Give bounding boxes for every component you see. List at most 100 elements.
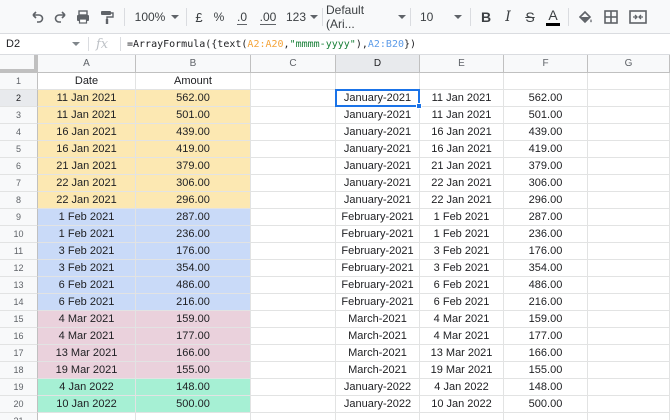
row-header-17[interactable]: 17	[0, 345, 38, 362]
decrease-decimal-button[interactable]: .0	[230, 0, 254, 34]
cell-b14[interactable]: 216.00	[136, 294, 251, 311]
cell-e14[interactable]: 6 Feb 2021	[420, 294, 504, 311]
cell-f20[interactable]: 500.00	[504, 396, 588, 413]
row-header-12[interactable]: 12	[0, 260, 38, 277]
cell-b6[interactable]: 379.00	[136, 158, 251, 175]
cell-e12[interactable]: 3 Feb 2021	[420, 260, 504, 277]
cell-c7[interactable]	[251, 175, 336, 192]
cell-b21[interactable]	[136, 413, 251, 420]
cell-f3[interactable]: 501.00	[504, 107, 588, 124]
cell-f5[interactable]: 419.00	[504, 141, 588, 158]
cell-f16[interactable]: 177.00	[504, 328, 588, 345]
cell-a5[interactable]: 16 Jan 2021	[38, 141, 136, 158]
cell-d6[interactable]: January-2021	[336, 158, 420, 175]
cell-g13[interactable]	[588, 277, 670, 294]
cell-a11[interactable]: 3 Feb 2021	[38, 243, 136, 260]
cell-b12[interactable]: 354.00	[136, 260, 251, 277]
cell-g3[interactable]	[588, 107, 670, 124]
cell-d3[interactable]: January-2021	[336, 107, 420, 124]
cell-g4[interactable]	[588, 124, 670, 141]
increase-decimal-button[interactable]: .00	[254, 0, 282, 34]
cell-b15[interactable]: 159.00	[136, 311, 251, 328]
row-header-20[interactable]: 20	[0, 396, 38, 413]
cell-c12[interactable]	[251, 260, 336, 277]
cell-e16[interactable]: 4 Mar 2021	[420, 328, 504, 345]
cell-c4[interactable]	[251, 124, 336, 141]
cell-e3[interactable]: 11 Jan 2021	[420, 107, 504, 124]
cell-c11[interactable]	[251, 243, 336, 260]
row-header-11[interactable]: 11	[0, 243, 38, 260]
cell-c8[interactable]	[251, 192, 336, 209]
cell-f6[interactable]: 379.00	[504, 158, 588, 175]
cell-a4[interactable]: 16 Jan 2021	[38, 124, 136, 141]
cell-b16[interactable]: 177.00	[136, 328, 251, 345]
cell-c13[interactable]	[251, 277, 336, 294]
currency-format-button[interactable]: £	[190, 0, 208, 34]
column-header-g[interactable]: G	[588, 55, 670, 73]
cell-c3[interactable]	[251, 107, 336, 124]
row-header-4[interactable]: 4	[0, 124, 38, 141]
row-header-13[interactable]: 13	[0, 277, 38, 294]
cell-a17[interactable]: 13 Mar 2021	[38, 345, 136, 362]
header-date[interactable]: Date	[38, 73, 136, 90]
cell-b2[interactable]: 562.00	[136, 90, 251, 107]
row-header-3[interactable]: 3	[0, 107, 38, 124]
cell-d10[interactable]: February-2021	[336, 226, 420, 243]
cell-e6[interactable]: 21 Jan 2021	[420, 158, 504, 175]
cell-f1[interactable]	[504, 73, 588, 90]
cell-g8[interactable]	[588, 192, 670, 209]
cell-f15[interactable]: 159.00	[504, 311, 588, 328]
cell-f7[interactable]: 306.00	[504, 175, 588, 192]
cell-g20[interactable]	[588, 396, 670, 413]
font-size-select[interactable]: 10	[414, 0, 468, 34]
cell-d5[interactable]: January-2021	[336, 141, 420, 158]
cell-c5[interactable]	[251, 141, 336, 158]
name-box[interactable]: D2	[0, 34, 88, 54]
cell-g19[interactable]	[588, 379, 670, 396]
cell-e4[interactable]: 16 Jan 2021	[420, 124, 504, 141]
cell-a10[interactable]: 1 Feb 2021	[38, 226, 136, 243]
row-header-8[interactable]: 8	[0, 192, 38, 209]
cell-e9[interactable]: 1 Feb 2021	[420, 209, 504, 226]
cell-e15[interactable]: 4 Mar 2021	[420, 311, 504, 328]
cell-g9[interactable]	[588, 209, 670, 226]
cell-e17[interactable]: 13 Mar 2021	[420, 345, 504, 362]
cell-d9[interactable]: February-2021	[336, 209, 420, 226]
header-amount[interactable]: Amount	[136, 73, 251, 90]
column-header-d[interactable]: D	[336, 55, 420, 73]
cell-d12[interactable]: February-2021	[336, 260, 420, 277]
cell-b10[interactable]: 236.00	[136, 226, 251, 243]
cell-e10[interactable]: 1 Feb 2021	[420, 226, 504, 243]
cell-d19[interactable]: January-2022	[336, 379, 420, 396]
cell-e7[interactable]: 22 Jan 2021	[420, 175, 504, 192]
cell-d21[interactable]	[336, 413, 420, 420]
cell-g5[interactable]	[588, 141, 670, 158]
cell-c6[interactable]	[251, 158, 336, 175]
cell-a12[interactable]: 3 Feb 2021	[38, 260, 136, 277]
cell-g14[interactable]	[588, 294, 670, 311]
font-family-select[interactable]: Default (Ari...	[326, 0, 406, 34]
cell-d2[interactable]: January-2021	[336, 90, 420, 107]
cell-b18[interactable]: 155.00	[136, 362, 251, 379]
column-header-a[interactable]: A	[38, 55, 136, 73]
cell-b5[interactable]: 419.00	[136, 141, 251, 158]
text-color-button[interactable]: A	[542, 0, 564, 34]
row-header-19[interactable]: 19	[0, 379, 38, 396]
cell-b3[interactable]: 501.00	[136, 107, 251, 124]
cell-a19[interactable]: 4 Jan 2022	[38, 379, 136, 396]
cell-d20[interactable]: January-2022	[336, 396, 420, 413]
cell-g18[interactable]	[588, 362, 670, 379]
select-all-corner[interactable]	[0, 55, 38, 73]
cell-a6[interactable]: 21 Jan 2021	[38, 158, 136, 175]
cell-a7[interactable]: 22 Jan 2021	[38, 175, 136, 192]
cell-c20[interactable]	[251, 396, 336, 413]
cell-g7[interactable]	[588, 175, 670, 192]
cell-g15[interactable]	[588, 311, 670, 328]
cell-g12[interactable]	[588, 260, 670, 277]
cell-d13[interactable]: February-2021	[336, 277, 420, 294]
cell-c21[interactable]	[251, 413, 336, 420]
cell-f4[interactable]: 439.00	[504, 124, 588, 141]
column-header-b[interactable]: B	[136, 55, 251, 73]
cell-a18[interactable]: 19 Mar 2021	[38, 362, 136, 379]
cell-b13[interactable]: 486.00	[136, 277, 251, 294]
